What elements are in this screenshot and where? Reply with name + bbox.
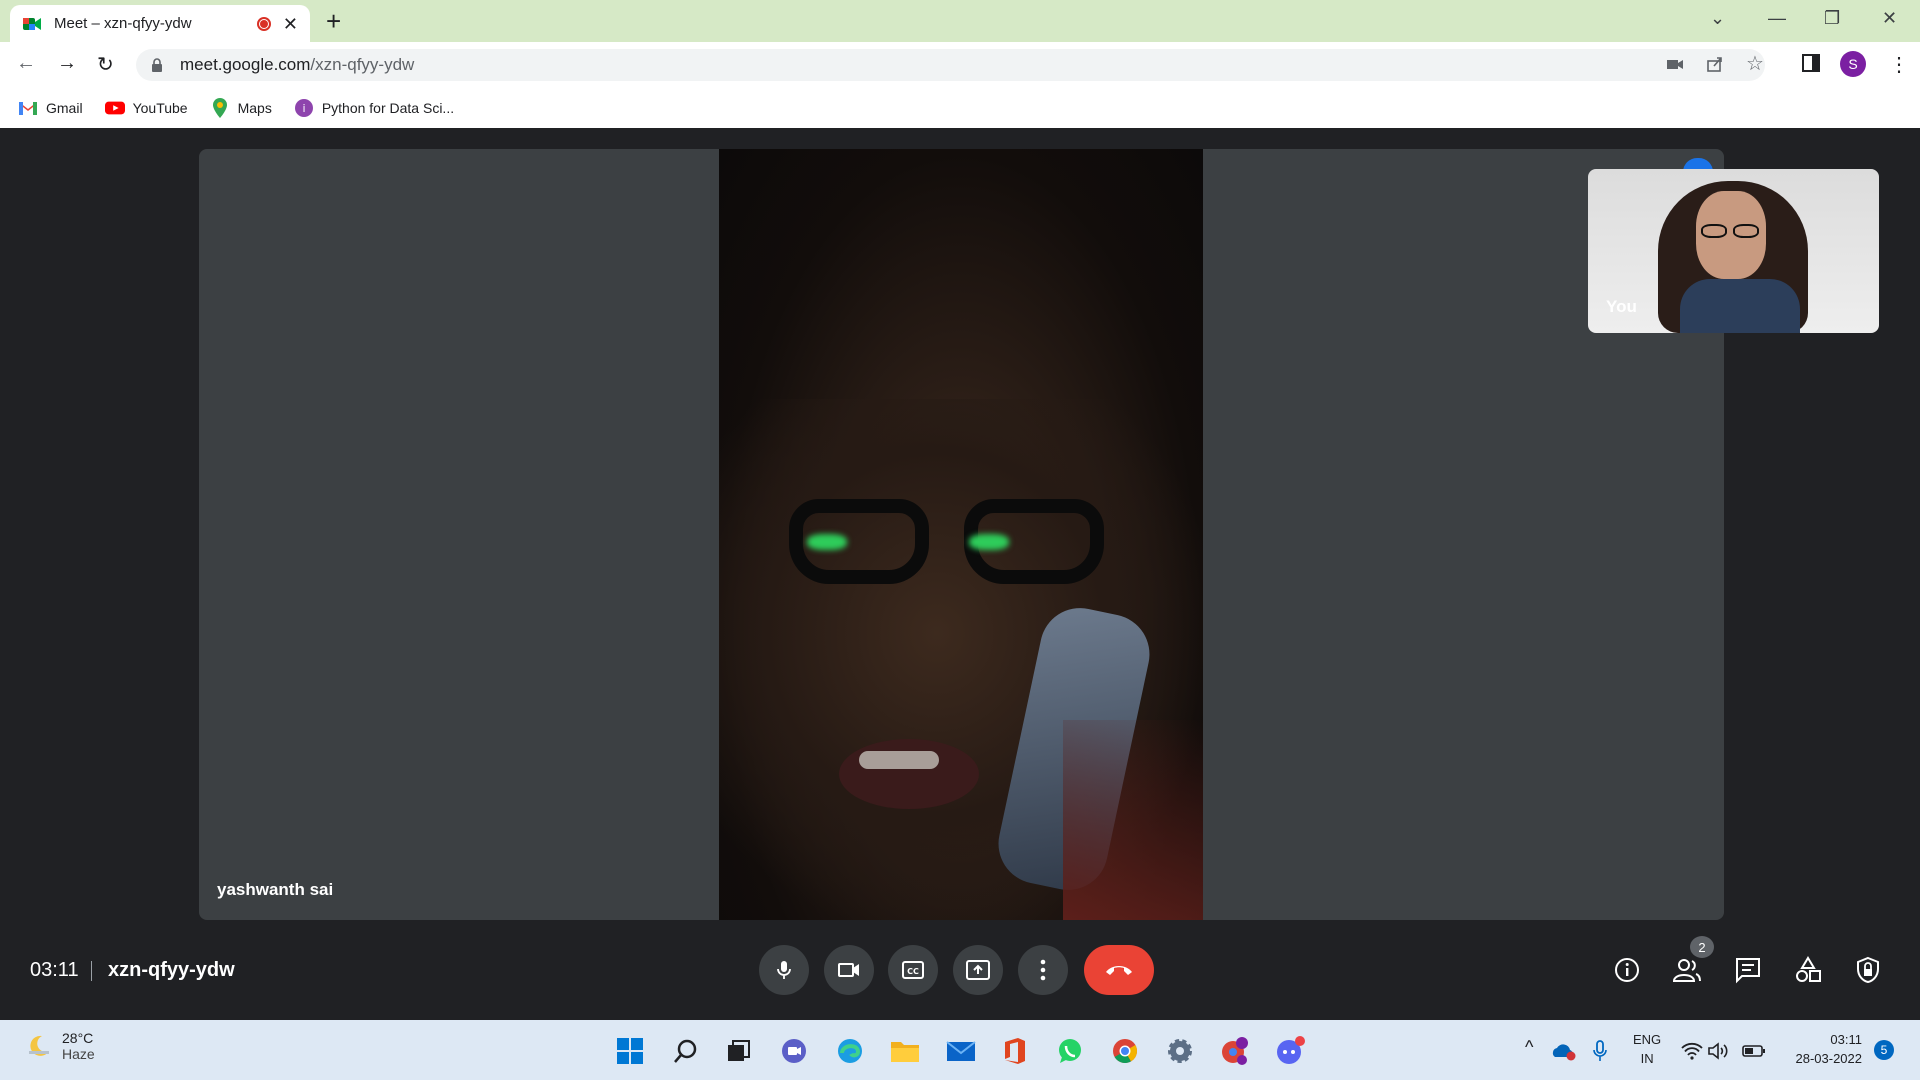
present-screen-icon — [966, 960, 990, 980]
reload-icon[interactable]: ↻ — [97, 52, 114, 77]
bookmark-maps[interactable]: Maps — [210, 98, 272, 118]
bookmark-gmail[interactable]: Gmail — [18, 100, 83, 116]
google-meet-icon — [23, 17, 41, 30]
battery-icon[interactable] — [1738, 1035, 1770, 1067]
more-options-button[interactable] — [1018, 945, 1068, 995]
maps-icon — [210, 98, 230, 118]
hang-up-icon — [1106, 966, 1132, 975]
video-camera-icon — [838, 963, 859, 977]
close-tab-icon[interactable]: ✕ — [283, 15, 298, 33]
moon-haze-icon — [29, 1035, 49, 1056]
start-icon[interactable] — [614, 1035, 646, 1067]
tab-title: Meet – xzn-qfyy-ydw — [54, 15, 192, 32]
browser-toolbar: ← → ↻ meet.google.com/xzn-qfyy-ydw ☆ S ⋮ — [0, 42, 1920, 88]
volume-icon[interactable] — [1702, 1035, 1734, 1067]
office-icon[interactable] — [999, 1035, 1031, 1067]
svg-text:i: i — [302, 102, 305, 115]
captions-button[interactable]: CC — [888, 945, 938, 995]
clock-date: 28-03-2022 — [1795, 1051, 1863, 1066]
activities-icon[interactable] — [1793, 955, 1823, 985]
settings-gear-icon[interactable] — [1164, 1035, 1196, 1067]
end-call-button[interactable] — [1084, 945, 1154, 995]
side-panel-icon[interactable] — [1802, 54, 1820, 78]
address-bar[interactable]: meet.google.com/xzn-qfyy-ydw ☆ — [136, 49, 1765, 81]
present-button[interactable] — [953, 945, 1003, 995]
chevron-up-icon[interactable]: ^ — [1525, 1038, 1533, 1057]
url-text: meet.google.com/xzn-qfyy-ydw — [180, 55, 415, 74]
windows-taskbar: 28°C Haze ^ ENG IN 03:11 28-03-2022 5 — [0, 1020, 1920, 1080]
camera-in-use-icon[interactable] — [1666, 55, 1684, 78]
meet-control-bar: 03:11 xzn-qfyy-ydw CC 2 — [0, 935, 1920, 1025]
bookmark-label: YouTube — [132, 100, 188, 116]
tab-strip: Meet – xzn-qfyy-ydw ✕ + ⌄ — ❐ ✕ — [0, 0, 1920, 42]
teams-chat-icon[interactable] — [778, 1035, 810, 1067]
self-label: You — [1606, 297, 1637, 316]
profile-avatar[interactable]: S — [1840, 51, 1866, 77]
meeting-code: xzn-qfyy-ydw — [108, 959, 235, 981]
clock-time: 03:11 — [1830, 1032, 1862, 1047]
lock-icon — [152, 58, 162, 72]
bookmark-star-icon[interactable]: ☆ — [1746, 51, 1764, 76]
restore-icon[interactable]: ❐ — [1824, 8, 1840, 29]
camera-button[interactable] — [824, 945, 874, 995]
system-clock[interactable]: 03:11 28-03-2022 — [1782, 1030, 1863, 1068]
bookmark-youtube[interactable]: YouTube — [104, 100, 188, 116]
course-icon: i — [294, 99, 314, 117]
lang-bottom: IN — [1640, 1051, 1654, 1066]
self-view-tile[interactable]: You — [1588, 169, 1879, 333]
onedrive-icon[interactable] — [1548, 1035, 1580, 1067]
screen: Meet – xzn-qfyy-ydw ✕ + ⌄ — ❐ ✕ ← → ↻ me… — [0, 0, 1920, 1080]
microphone-tray-icon[interactable] — [1584, 1035, 1616, 1067]
window-close-icon[interactable]: ✕ — [1882, 8, 1897, 29]
tab-meet[interactable]: Meet – xzn-qfyy-ydw ✕ — [10, 5, 310, 42]
search-icon[interactable] — [670, 1035, 702, 1067]
youtube-icon — [104, 100, 125, 116]
discord-icon[interactable] — [1274, 1035, 1306, 1067]
menu-kebab-icon[interactable]: ⋮ — [1889, 52, 1909, 77]
mail-icon[interactable] — [945, 1035, 977, 1067]
chat-icon[interactable] — [1733, 955, 1763, 985]
lang-top: ENG — [1633, 1032, 1662, 1047]
participant-name: yashwanth sai — [217, 880, 334, 899]
bookmark-label: Python for Data Sci... — [321, 100, 455, 116]
microphone-icon — [777, 961, 791, 979]
chrome-profile-icon[interactable] — [1219, 1035, 1251, 1067]
language-indicator[interactable]: ENG IN — [1633, 1030, 1661, 1068]
weather-temp: 28°C — [62, 1030, 94, 1046]
more-vert-icon — [1040, 959, 1046, 981]
back-icon[interactable]: ← — [16, 52, 36, 75]
tab-search-icon[interactable]: ⌄ — [1710, 8, 1725, 29]
whatsapp-icon[interactable] — [1054, 1035, 1086, 1067]
meeting-details-icon[interactable] — [1612, 955, 1642, 985]
bookmark-label: Maps — [237, 100, 272, 116]
participants-count-badge: 2 — [1690, 936, 1714, 958]
captions-icon: CC — [902, 961, 924, 979]
weather-desc: Haze — [62, 1046, 95, 1062]
forward-icon[interactable]: → — [57, 52, 77, 75]
minimize-icon[interactable]: — — [1768, 8, 1786, 29]
notification-badge[interactable]: 5 — [1874, 1040, 1894, 1060]
divider — [91, 961, 92, 981]
share-icon[interactable] — [1706, 55, 1724, 78]
weather-widget[interactable]: 28°C Haze — [26, 1030, 95, 1062]
meeting-time: 03:11 — [30, 959, 79, 981]
task-view-icon[interactable] — [723, 1035, 755, 1067]
bookmarks-bar: Gmail YouTube Maps i Python for Data Sci… — [0, 88, 1920, 128]
bookmark-python-course[interactable]: i Python for Data Sci... — [294, 99, 455, 117]
file-explorer-icon[interactable] — [889, 1035, 921, 1067]
recording-icon — [256, 16, 271, 31]
gmail-icon — [18, 100, 38, 116]
chrome-icon[interactable] — [1109, 1035, 1141, 1067]
microphone-button[interactable] — [759, 945, 809, 995]
people-icon[interactable] — [1672, 955, 1702, 985]
bookmark-label: Gmail — [46, 100, 83, 116]
svg-text:CC: CC — [907, 967, 919, 976]
main-video-tile[interactable]: yashwanth sai — [199, 149, 1724, 920]
participant-video — [719, 149, 1203, 920]
edge-icon[interactable] — [834, 1035, 866, 1067]
new-tab-icon[interactable]: + — [326, 8, 341, 34]
host-controls-icon[interactable] — [1853, 955, 1883, 985]
